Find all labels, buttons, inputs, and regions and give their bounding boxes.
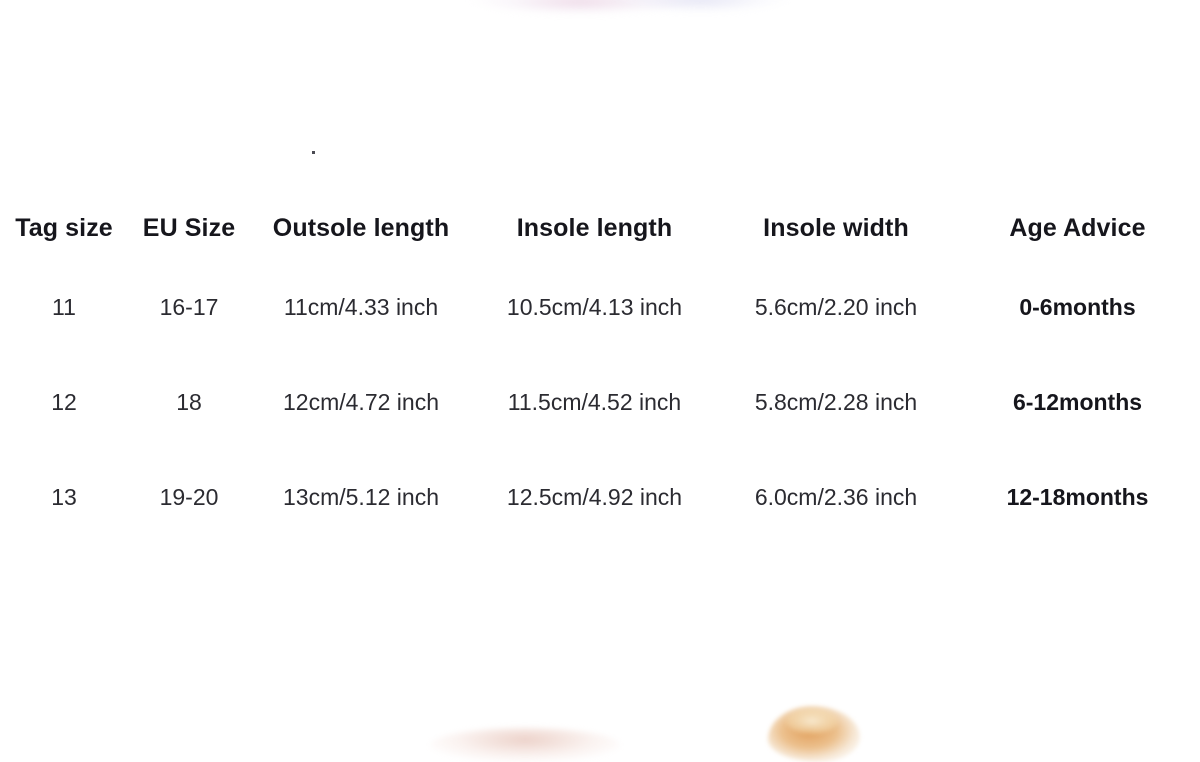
- column-header-eu-size: EU Size: [142, 213, 236, 242]
- product-photo-bleed-top-secondary: [610, 0, 790, 10]
- cell-eu-size: 16-17: [159, 294, 219, 320]
- cell-insole-length: 12.5cm/4.92 inch: [506, 484, 683, 510]
- cell-eu-size: 19-20: [159, 484, 219, 510]
- size-chart: Tag size EU Size Outsole length Insole l…: [0, 196, 1200, 545]
- column-header-outsole-length: Outsole length: [272, 213, 450, 242]
- cell-insole-length: 10.5cm/4.13 inch: [506, 294, 683, 320]
- product-photo-bleed-bottom-right: [768, 706, 860, 762]
- column-header-tag-size: Tag size: [15, 213, 113, 242]
- cell-insole-width: 5.6cm/2.20 inch: [754, 294, 918, 320]
- cell-age-advice: 0-6months: [1019, 294, 1136, 320]
- table-row: 11 16-17 11cm/4.33 inch 10.5cm/4.13 inch…: [0, 260, 1200, 355]
- column-header-age-advice: Age Advice: [1009, 213, 1146, 242]
- cell-outsole-length: 12cm/4.72 inch: [283, 389, 439, 415]
- image-speck-artifact: [312, 151, 315, 154]
- size-chart-body: 11 16-17 11cm/4.33 inch 10.5cm/4.13 inch…: [0, 260, 1200, 545]
- cell-insole-width: 6.0cm/2.36 inch: [754, 484, 918, 510]
- column-header-insole-length: Insole length: [516, 213, 673, 242]
- cell-outsole-length: 11cm/4.33 inch: [283, 294, 439, 320]
- product-photo-bleed-bottom-right-highlight: [786, 708, 838, 734]
- table-row: 12 18 12cm/4.72 inch 11.5cm/4.52 inch 5.…: [0, 355, 1200, 450]
- column-header-insole-width: Insole width: [763, 213, 909, 242]
- cell-outsole-length: 13cm/5.12 inch: [283, 484, 439, 510]
- size-chart-header: Tag size EU Size Outsole length Insole l…: [0, 196, 1200, 260]
- cell-insole-length: 11.5cm/4.52 inch: [507, 389, 682, 415]
- cell-insole-width: 5.8cm/2.28 inch: [754, 389, 918, 415]
- cell-age-advice: 6-12months: [1012, 389, 1143, 415]
- size-chart-table: Tag size EU Size Outsole length Insole l…: [0, 196, 1200, 545]
- cell-age-advice: 12-18months: [1006, 484, 1149, 510]
- cell-tag-size: 12: [51, 389, 77, 415]
- table-row: 13 19-20 13cm/5.12 inch 12.5cm/4.92 inch…: [0, 450, 1200, 545]
- cell-tag-size: 11: [52, 294, 76, 320]
- product-photo-bleed-bottom-left: [430, 728, 620, 762]
- table-header-row: Tag size EU Size Outsole length Insole l…: [0, 196, 1200, 260]
- product-photo-bleed-top: [470, 0, 690, 12]
- cell-eu-size: 18: [176, 389, 202, 415]
- cell-tag-size: 13: [51, 484, 77, 510]
